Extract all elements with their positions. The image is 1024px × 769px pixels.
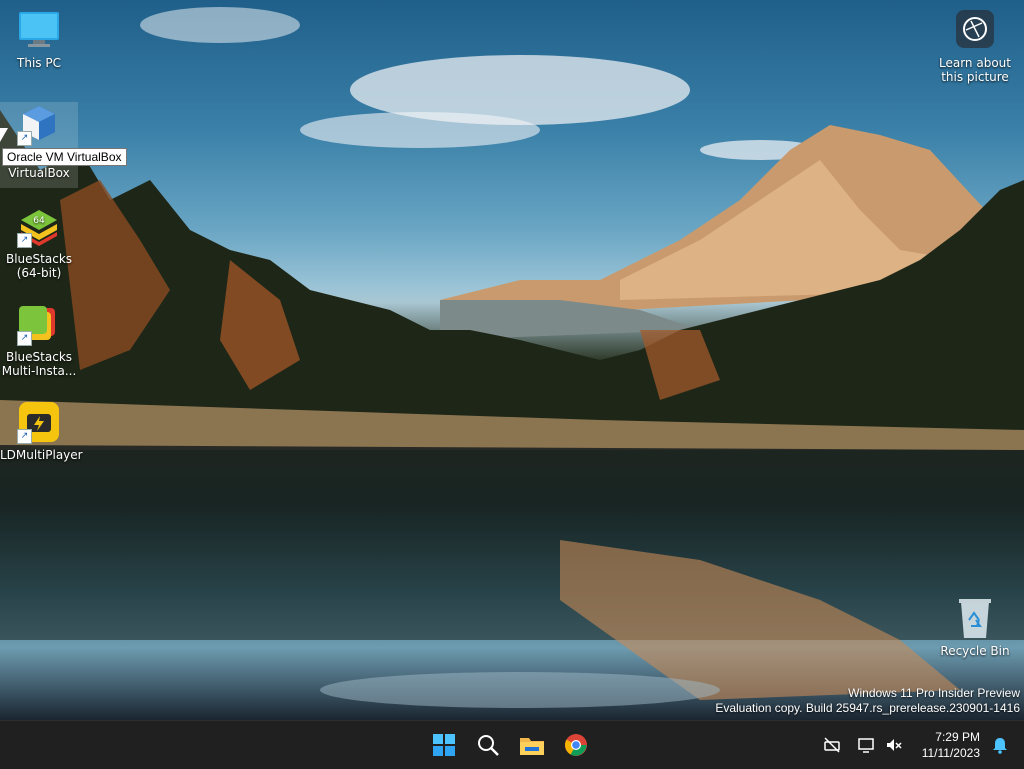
- clock-time: 7:29 PM: [935, 730, 980, 744]
- bluestacks-icon: 64 ↗: [17, 204, 61, 248]
- taskbar-apps: [424, 725, 596, 765]
- start-icon: [433, 734, 455, 756]
- evaluation-watermark: Windows 11 Pro Insider Preview Evaluatio…: [715, 686, 1020, 716]
- notification-bell-icon[interactable]: [986, 731, 1014, 759]
- display-icon[interactable]: [852, 731, 880, 759]
- search-icon: [478, 735, 499, 756]
- learn-about-picture-label: Learn about this picture: [939, 56, 1011, 84]
- virtualbox-tooltip: Oracle VM VirtualBox: [2, 148, 127, 166]
- watermark-line2: Evaluation copy. Build 25947.rs_prerelea…: [715, 701, 1020, 715]
- volume-muted-icon[interactable]: [880, 731, 908, 759]
- virtualbox-label: VirtualBox: [8, 166, 70, 180]
- taskbar-clock[interactable]: 7:29 PM 11/11/2023: [908, 729, 980, 761]
- bluestacks-icon-item[interactable]: 64 ↗ BlueStacks (64-bit): [0, 204, 78, 280]
- monitor-icon: [17, 8, 61, 52]
- virtualbox-icon-item[interactable]: ↗ VirtualBox: [0, 102, 78, 188]
- recycle-bin-item[interactable]: Recycle Bin: [936, 596, 1014, 658]
- watermark-line1: Windows 11 Pro Insider Preview: [848, 686, 1020, 700]
- bluestacks-label: BlueStacks (64-bit): [5, 252, 73, 280]
- shortcut-arrow-icon: ↗: [17, 233, 32, 248]
- recycle-bin-label: Recycle Bin: [940, 644, 1010, 658]
- chrome-icon: [565, 734, 587, 756]
- learn-about-picture[interactable]: Learn about this picture: [938, 10, 1012, 84]
- system-tray: 7:29 PM 11/11/2023: [818, 721, 1024, 769]
- clock-date: 11/11/2023: [921, 746, 980, 760]
- taskbar: 7:29 PM 11/11/2023: [0, 720, 1024, 769]
- wallpaper-scene: [0, 7, 1024, 708]
- ldmultiplayer-icon: ↗: [17, 400, 61, 444]
- shortcut-arrow-icon: ↗: [17, 331, 32, 346]
- file-explorer-icon: [520, 738, 544, 755]
- search-button[interactable]: [468, 725, 508, 765]
- mouse-cursor-icon: [0, 128, 8, 142]
- bluestacks-badge: 64: [33, 216, 45, 226]
- desktop-wallpaper: [0, 0, 1024, 720]
- start-button[interactable]: [424, 725, 464, 765]
- ldmultiplayer-label: LDMultiPlayer: [0, 448, 83, 462]
- this-pc-label: This PC: [17, 56, 61, 70]
- shortcut-arrow-icon: ↗: [17, 429, 32, 444]
- recycle-bin-icon: [953, 596, 997, 640]
- file-explorer-button[interactable]: [512, 725, 552, 765]
- virtualbox-icon: ↗: [17, 102, 61, 146]
- bluestacks-multi-instance-icon: ↗: [17, 302, 61, 346]
- bluestacks-multi-label: BlueStacks Multi-Insta...: [1, 350, 77, 378]
- this-pc-icon-item[interactable]: This PC: [0, 8, 78, 70]
- shortcut-arrow-icon: ↗: [17, 131, 32, 146]
- network-off-icon[interactable]: [818, 731, 846, 759]
- ldmultiplayer-icon-item[interactable]: ↗ LDMultiPlayer: [0, 400, 83, 462]
- camera-lens-icon: [956, 10, 994, 48]
- chrome-button[interactable]: [556, 725, 596, 765]
- bluestacks-multi-icon-item[interactable]: ↗ BlueStacks Multi-Insta...: [0, 302, 78, 378]
